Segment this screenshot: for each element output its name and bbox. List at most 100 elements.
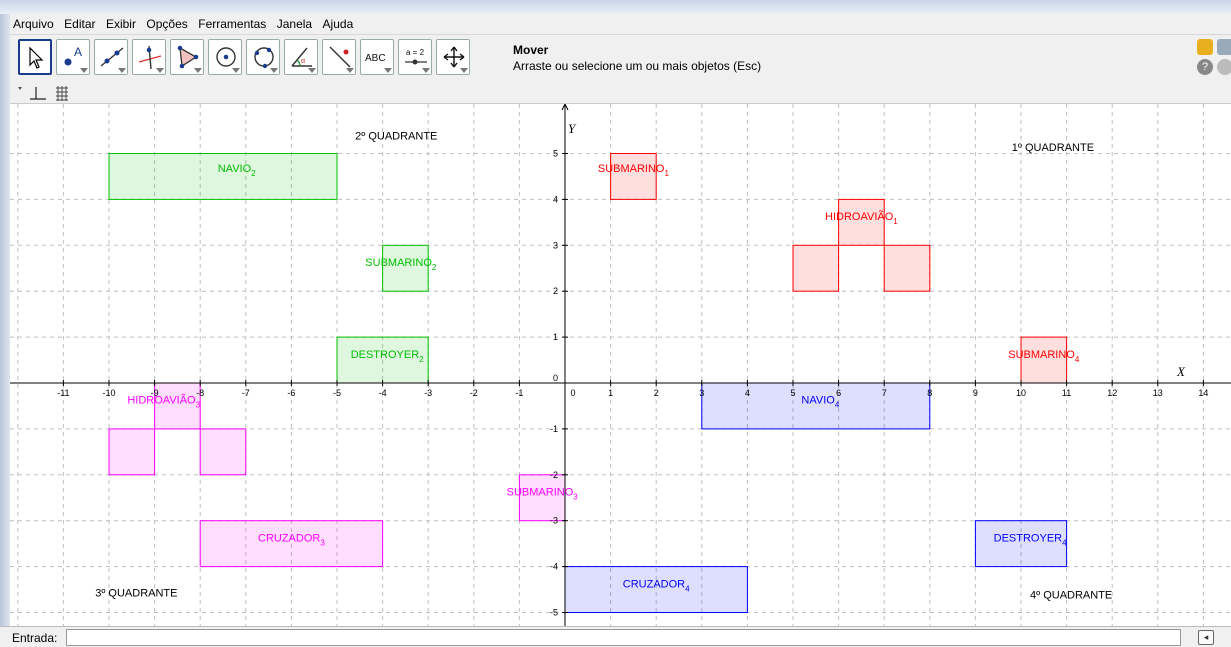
y-tick-label: -3 bbox=[550, 516, 558, 526]
menu-ajuda[interactable]: Ajuda bbox=[320, 14, 357, 31]
y-tick-label: 2 bbox=[553, 286, 558, 296]
circle-three-points-icon bbox=[254, 47, 274, 69]
reflect-about-line-icon bbox=[329, 46, 351, 68]
x-tick-label: -11 bbox=[57, 388, 69, 398]
toolbar: A α ABC a = 2 Mover Arraste ou selecione… bbox=[10, 35, 1231, 83]
grid-toggle-icon[interactable] bbox=[56, 86, 68, 101]
menu-opcoes[interactable]: Opções bbox=[143, 14, 190, 31]
menu-exibir[interactable]: Exibir bbox=[103, 14, 139, 31]
ship-cell bbox=[792, 244, 840, 292]
x-tick-label: 11 bbox=[1062, 388, 1071, 398]
x-tick-label: -4 bbox=[379, 388, 387, 398]
x-tick-label: -5 bbox=[333, 388, 341, 398]
y-axis-label: Y bbox=[568, 121, 577, 136]
y-tick-label: -2 bbox=[550, 470, 558, 480]
line-tool-button[interactable] bbox=[94, 39, 128, 75]
x-tick-label: 8 bbox=[927, 388, 932, 398]
menu-arquivo[interactable]: Arquivo bbox=[10, 14, 57, 31]
quadrant-label: 3º QUADRANTE bbox=[95, 587, 177, 599]
help-icon[interactable]: ? bbox=[1197, 59, 1213, 75]
x-tick-label: -2 bbox=[470, 388, 478, 398]
menu-janela[interactable]: Janela bbox=[274, 14, 315, 31]
y-tick-label: -4 bbox=[550, 562, 558, 572]
x-tick-label: 2 bbox=[654, 388, 659, 398]
axes-toggle-icon[interactable] bbox=[30, 87, 46, 100]
y-tick-label: -5 bbox=[550, 608, 558, 618]
y-tick-label: 1 bbox=[553, 332, 558, 342]
y-tick-label: 4 bbox=[553, 194, 558, 204]
x-tick-label: -3 bbox=[424, 388, 432, 398]
x-tick-label: 6 bbox=[836, 388, 841, 398]
ship-cell bbox=[883, 244, 931, 292]
y-tick-label: 5 bbox=[553, 149, 558, 159]
coordinate-plane[interactable]: -11 -10 -9 -8 -7 -6 -5 -4 -3 -2 -1 0 1 2 3 4 5 6 7 8 9 10 11 12… bbox=[10, 104, 1231, 626]
point-a-icon: A bbox=[64, 45, 82, 66]
quadrant-label: 2º QUADRANTE bbox=[355, 131, 437, 143]
menu-ferramentas[interactable]: Ferramentas bbox=[195, 14, 269, 31]
svg-text:a = 2: a = 2 bbox=[406, 48, 425, 57]
y-tick-label: 3 bbox=[553, 240, 558, 250]
move-tool-button[interactable] bbox=[18, 39, 52, 75]
text-tool-button[interactable]: ABC bbox=[360, 39, 394, 75]
undo-icon[interactable] bbox=[1197, 39, 1213, 55]
svg-text:ABC: ABC bbox=[365, 53, 386, 64]
circle-center-point-icon bbox=[216, 47, 236, 67]
settings-icon[interactable] bbox=[1217, 59, 1231, 75]
point-tool-button[interactable]: A bbox=[56, 39, 90, 75]
x-tick-label: -1 bbox=[515, 388, 523, 398]
angle-icon: α bbox=[291, 47, 312, 67]
svg-text:α: α bbox=[301, 58, 305, 65]
active-tool-name: Mover bbox=[513, 43, 549, 57]
x-tick-label: 1 bbox=[608, 388, 613, 398]
x-tick-label: 10 bbox=[1016, 388, 1026, 398]
perpendicular-line-icon bbox=[138, 45, 162, 70]
input-bar: Entrada: ◂ bbox=[0, 626, 1231, 647]
quadrant-label: 4º QUADRANTE bbox=[1030, 590, 1112, 602]
x-tick-label: 4 bbox=[745, 388, 750, 398]
x-tick-label: 12 bbox=[1107, 388, 1117, 398]
x-axis-label: X bbox=[1176, 364, 1186, 379]
active-tool-help: Arraste ou selecione um ou mais objetos … bbox=[513, 59, 762, 73]
ship-cell bbox=[108, 428, 156, 476]
polygon-icon bbox=[177, 45, 199, 69]
x-tick-label: -7 bbox=[242, 388, 250, 398]
style-bar-icons bbox=[18, 86, 68, 101]
window-title-strip bbox=[0, 0, 1231, 14]
input-field[interactable] bbox=[66, 629, 1181, 646]
x-tick-label: -10 bbox=[102, 388, 115, 398]
menu-editar[interactable]: Editar bbox=[61, 14, 98, 31]
redo-icon[interactable] bbox=[1217, 39, 1231, 55]
reflect-tool-button[interactable] bbox=[322, 39, 356, 75]
slider-icon: a = 2 bbox=[405, 48, 427, 65]
move-graphics-tool-button[interactable] bbox=[436, 39, 470, 75]
x-tick-label: 7 bbox=[882, 388, 887, 398]
svg-text:A: A bbox=[74, 45, 82, 59]
x-tick-label: 9 bbox=[973, 388, 978, 398]
x-tick-label: 0 bbox=[570, 388, 575, 398]
input-label: Entrada: bbox=[12, 631, 58, 645]
graphics-view[interactable]: -11 -10 -9 -8 -7 -6 -5 -4 -3 -2 -1 0 1 2 3 4 5 6 7 8 9 10 11 12… bbox=[10, 104, 1231, 626]
slider-tool-button[interactable]: a = 2 bbox=[398, 39, 432, 75]
quadrant-label: 1º QUADRANTE bbox=[1012, 142, 1094, 154]
ship-cell bbox=[108, 153, 338, 200]
window-left-border bbox=[0, 14, 10, 646]
y-tick-label: -1 bbox=[550, 424, 558, 434]
menu-bar: Arquivo Editar Exibir Opções Ferramentas… bbox=[10, 14, 1231, 35]
x-tick-label: 5 bbox=[790, 388, 795, 398]
style-bar-toggle-icon[interactable] bbox=[18, 87, 22, 90]
perpendicular-tool-button[interactable] bbox=[132, 39, 166, 75]
conic-tool-button[interactable] bbox=[246, 39, 280, 75]
x-tick-label: 14 bbox=[1198, 388, 1208, 398]
text-abc-icon: ABC bbox=[365, 53, 386, 64]
input-help-icon[interactable]: ◂ bbox=[1198, 630, 1214, 645]
x-tick-label: 3 bbox=[699, 388, 704, 398]
polygon-tool-button[interactable] bbox=[170, 39, 204, 75]
x-tick-label: 13 bbox=[1153, 388, 1163, 398]
line-through-points-icon bbox=[100, 47, 124, 67]
move-view-icon bbox=[443, 46, 465, 68]
y-tick-label: 0 bbox=[553, 373, 558, 383]
x-tick-label: -8 bbox=[196, 388, 204, 398]
circle-tool-button[interactable] bbox=[208, 39, 242, 75]
angle-tool-button[interactable]: α bbox=[284, 39, 318, 75]
arrow-cursor-icon bbox=[29, 46, 44, 69]
